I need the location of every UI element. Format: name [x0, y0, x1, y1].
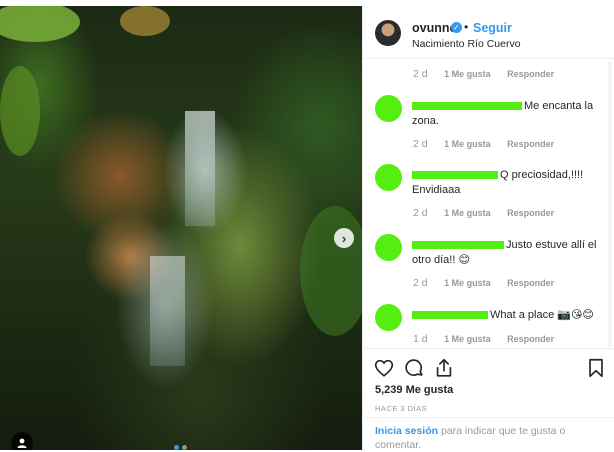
divider	[363, 417, 614, 418]
comment-meta: 2 d 1 Me gusta Responder	[413, 207, 554, 219]
comment-likes[interactable]: 1 Me gusta	[444, 208, 491, 218]
user-tag-button[interactable]	[11, 432, 33, 450]
comment-body: Me encanta la zona.	[412, 99, 602, 129]
comment-likes[interactable]: 1 Me gusta	[444, 334, 491, 344]
comments-list[interactable]: 2 d 1 Me gusta Responder Me encanta la z…	[363, 59, 614, 349]
comment-icon[interactable]	[403, 357, 425, 379]
comment-time[interactable]: 1 d	[413, 333, 428, 345]
comment-time[interactable]: 2 d	[413, 68, 428, 80]
share-icon[interactable]	[433, 357, 455, 379]
comment-likes[interactable]: 1 Me gusta	[444, 139, 491, 149]
user-tag-icon	[17, 438, 27, 448]
next-photo-button[interactable]: ›	[334, 228, 354, 248]
foliage-blur	[120, 6, 170, 36]
comment-likes[interactable]: 1 Me gusta	[444, 69, 491, 79]
post-location[interactable]: Nacimiento Río Cuervo	[412, 38, 521, 50]
follow-button[interactable]: Seguir	[473, 21, 512, 35]
comment-text: What a place 📷😘😊	[490, 309, 594, 321]
comment-meta: 2 d 1 Me gusta Responder	[413, 138, 554, 150]
post-photo[interactable]: ›	[0, 6, 362, 450]
redacted-username	[412, 241, 504, 250]
redacted-username	[412, 102, 522, 111]
author-avatar[interactable]	[375, 20, 401, 46]
commenter-avatar[interactable]	[375, 95, 402, 122]
next-arrow-icon: ›	[341, 230, 347, 246]
instagram-post-modal: › ovunno ✓ • Seguir Nacimiento Río Cuerv…	[0, 0, 614, 452]
waterfall	[185, 111, 215, 226]
commenter-avatar[interactable]	[375, 164, 402, 191]
verified-icon: ✓	[451, 22, 462, 33]
comment-meta: 2 d 1 Me gusta Responder	[413, 277, 554, 289]
comment-time[interactable]: 2 d	[413, 277, 428, 289]
redacted-username	[412, 171, 498, 180]
reply-button[interactable]: Responder	[507, 208, 554, 218]
comment-meta: 2 d 1 Me gusta Responder	[413, 68, 554, 80]
reply-button[interactable]: Responder	[507, 69, 554, 79]
carousel-dot	[174, 445, 179, 450]
carousel-indicator	[174, 445, 187, 450]
foliage-blur	[0, 6, 80, 42]
comments-scrollbar[interactable]	[608, 62, 612, 347]
post-side-panel: ovunno ✓ • Seguir Nacimiento Río Cuervo …	[362, 6, 614, 452]
comment-likes[interactable]: 1 Me gusta	[444, 278, 491, 288]
foliage-blur	[300, 206, 362, 336]
post-actions: 5,239 Me gusta HACE 3 DÍAS Inicia sesión…	[363, 348, 614, 452]
carousel-dot	[182, 445, 187, 450]
commenter-avatar[interactable]	[375, 234, 402, 261]
waterfall	[150, 256, 185, 366]
separator-dot: •	[464, 20, 469, 34]
comment-meta: 1 d 1 Me gusta Responder	[413, 333, 554, 345]
heart-icon[interactable]	[373, 357, 395, 379]
bookmark-icon[interactable]	[585, 357, 607, 379]
reply-button[interactable]: Responder	[507, 334, 554, 344]
redacted-username	[412, 311, 488, 320]
login-prompt: Inicia sesión para indicar que te gusta …	[375, 424, 605, 452]
foliage-blur	[0, 66, 40, 156]
comment-body: What a place 📷😘😊	[412, 308, 602, 323]
comment-time[interactable]: 2 d	[413, 138, 428, 150]
comment-body: Justo estuve allí el otro día!! 😊	[412, 238, 602, 268]
login-link[interactable]: Inicia sesión	[375, 425, 438, 437]
comment-body: Q preciosidad,!!!! Envidiaaa	[412, 168, 602, 198]
reply-button[interactable]: Responder	[507, 278, 554, 288]
likes-count[interactable]: 5,239 Me gusta	[375, 384, 453, 396]
reply-button[interactable]: Responder	[507, 139, 554, 149]
post-header: ovunno ✓ • Seguir Nacimiento Río Cuervo	[363, 6, 614, 59]
commenter-avatar[interactable]	[375, 304, 402, 331]
comment-time[interactable]: 2 d	[413, 207, 428, 219]
post-timestamp: HACE 3 DÍAS	[375, 404, 428, 413]
